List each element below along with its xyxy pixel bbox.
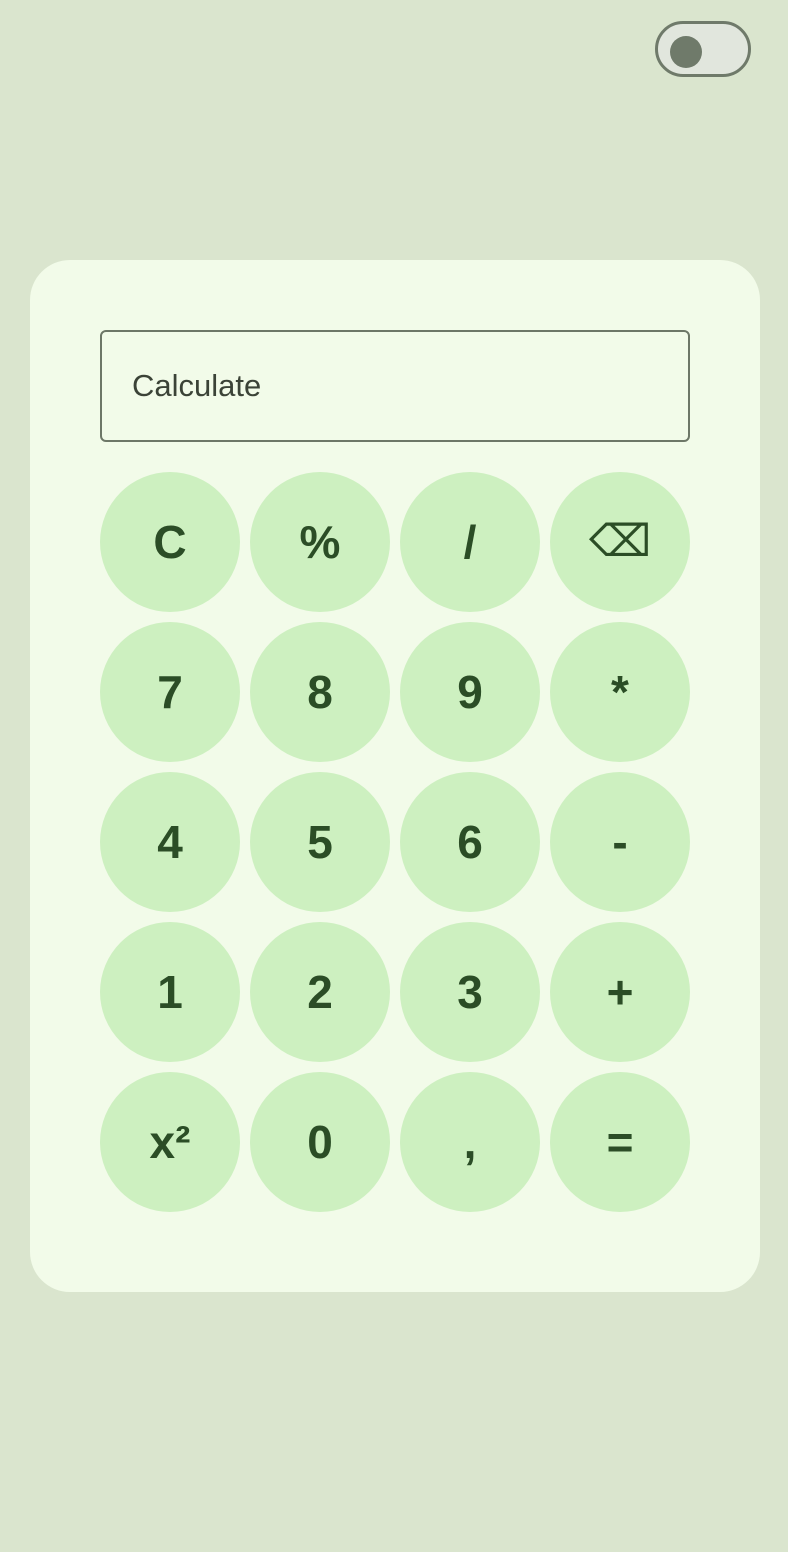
clear-button[interactable]: C bbox=[100, 472, 240, 612]
key-label: 0 bbox=[307, 1116, 333, 1168]
digit-9-button[interactable]: 9 bbox=[400, 622, 540, 762]
digit-0-button[interactable]: 0 bbox=[250, 1072, 390, 1212]
divide-button[interactable]: / bbox=[400, 472, 540, 612]
digit-7-button[interactable]: 7 bbox=[100, 622, 240, 762]
subtract-button[interactable]: - bbox=[550, 772, 690, 912]
equals-button[interactable]: = bbox=[550, 1072, 690, 1212]
key-label: C bbox=[153, 516, 187, 568]
key-label: = bbox=[606, 1116, 634, 1168]
key-label: - bbox=[612, 816, 628, 868]
key-label: 6 bbox=[457, 816, 483, 868]
multiply-button[interactable]: * bbox=[550, 622, 690, 762]
key-label: 3 bbox=[457, 966, 483, 1018]
digit-5-button[interactable]: 5 bbox=[250, 772, 390, 912]
key-label: 2 bbox=[307, 966, 333, 1018]
digit-3-button[interactable]: 3 bbox=[400, 922, 540, 1062]
backspace-icon: ⌫ bbox=[588, 516, 652, 567]
keypad: C % / ⌫ 7 8 9 * 4 5 6 - 1 2 3 + x² 0 , = bbox=[100, 472, 690, 1212]
key-label: , bbox=[463, 1116, 477, 1168]
percent-button[interactable]: % bbox=[250, 472, 390, 612]
key-label: 9 bbox=[457, 666, 483, 718]
digit-6-button[interactable]: 6 bbox=[400, 772, 540, 912]
key-label: * bbox=[611, 666, 629, 718]
toggle-thumb bbox=[670, 36, 702, 68]
key-label: x² bbox=[149, 1116, 191, 1168]
add-button[interactable]: + bbox=[550, 922, 690, 1062]
backspace-button[interactable]: ⌫ bbox=[550, 472, 690, 612]
key-label: 8 bbox=[307, 666, 333, 718]
square-button[interactable]: x² bbox=[100, 1072, 240, 1212]
key-label: 1 bbox=[157, 966, 183, 1018]
theme-toggle[interactable] bbox=[655, 21, 751, 77]
digit-1-button[interactable]: 1 bbox=[100, 922, 240, 1062]
key-label: 7 bbox=[157, 666, 183, 718]
key-label: 4 bbox=[157, 816, 183, 868]
key-label: % bbox=[299, 516, 341, 568]
digit-2-button[interactable]: 2 bbox=[250, 922, 390, 1062]
calculation-input[interactable] bbox=[100, 330, 690, 442]
key-label: 5 bbox=[307, 816, 333, 868]
calculator-card: C % / ⌫ 7 8 9 * 4 5 6 - 1 2 3 + x² 0 , = bbox=[30, 260, 760, 1292]
digit-4-button[interactable]: 4 bbox=[100, 772, 240, 912]
digit-8-button[interactable]: 8 bbox=[250, 622, 390, 762]
key-label: + bbox=[606, 966, 634, 1018]
key-label: / bbox=[463, 516, 477, 568]
decimal-comma-button[interactable]: , bbox=[400, 1072, 540, 1212]
